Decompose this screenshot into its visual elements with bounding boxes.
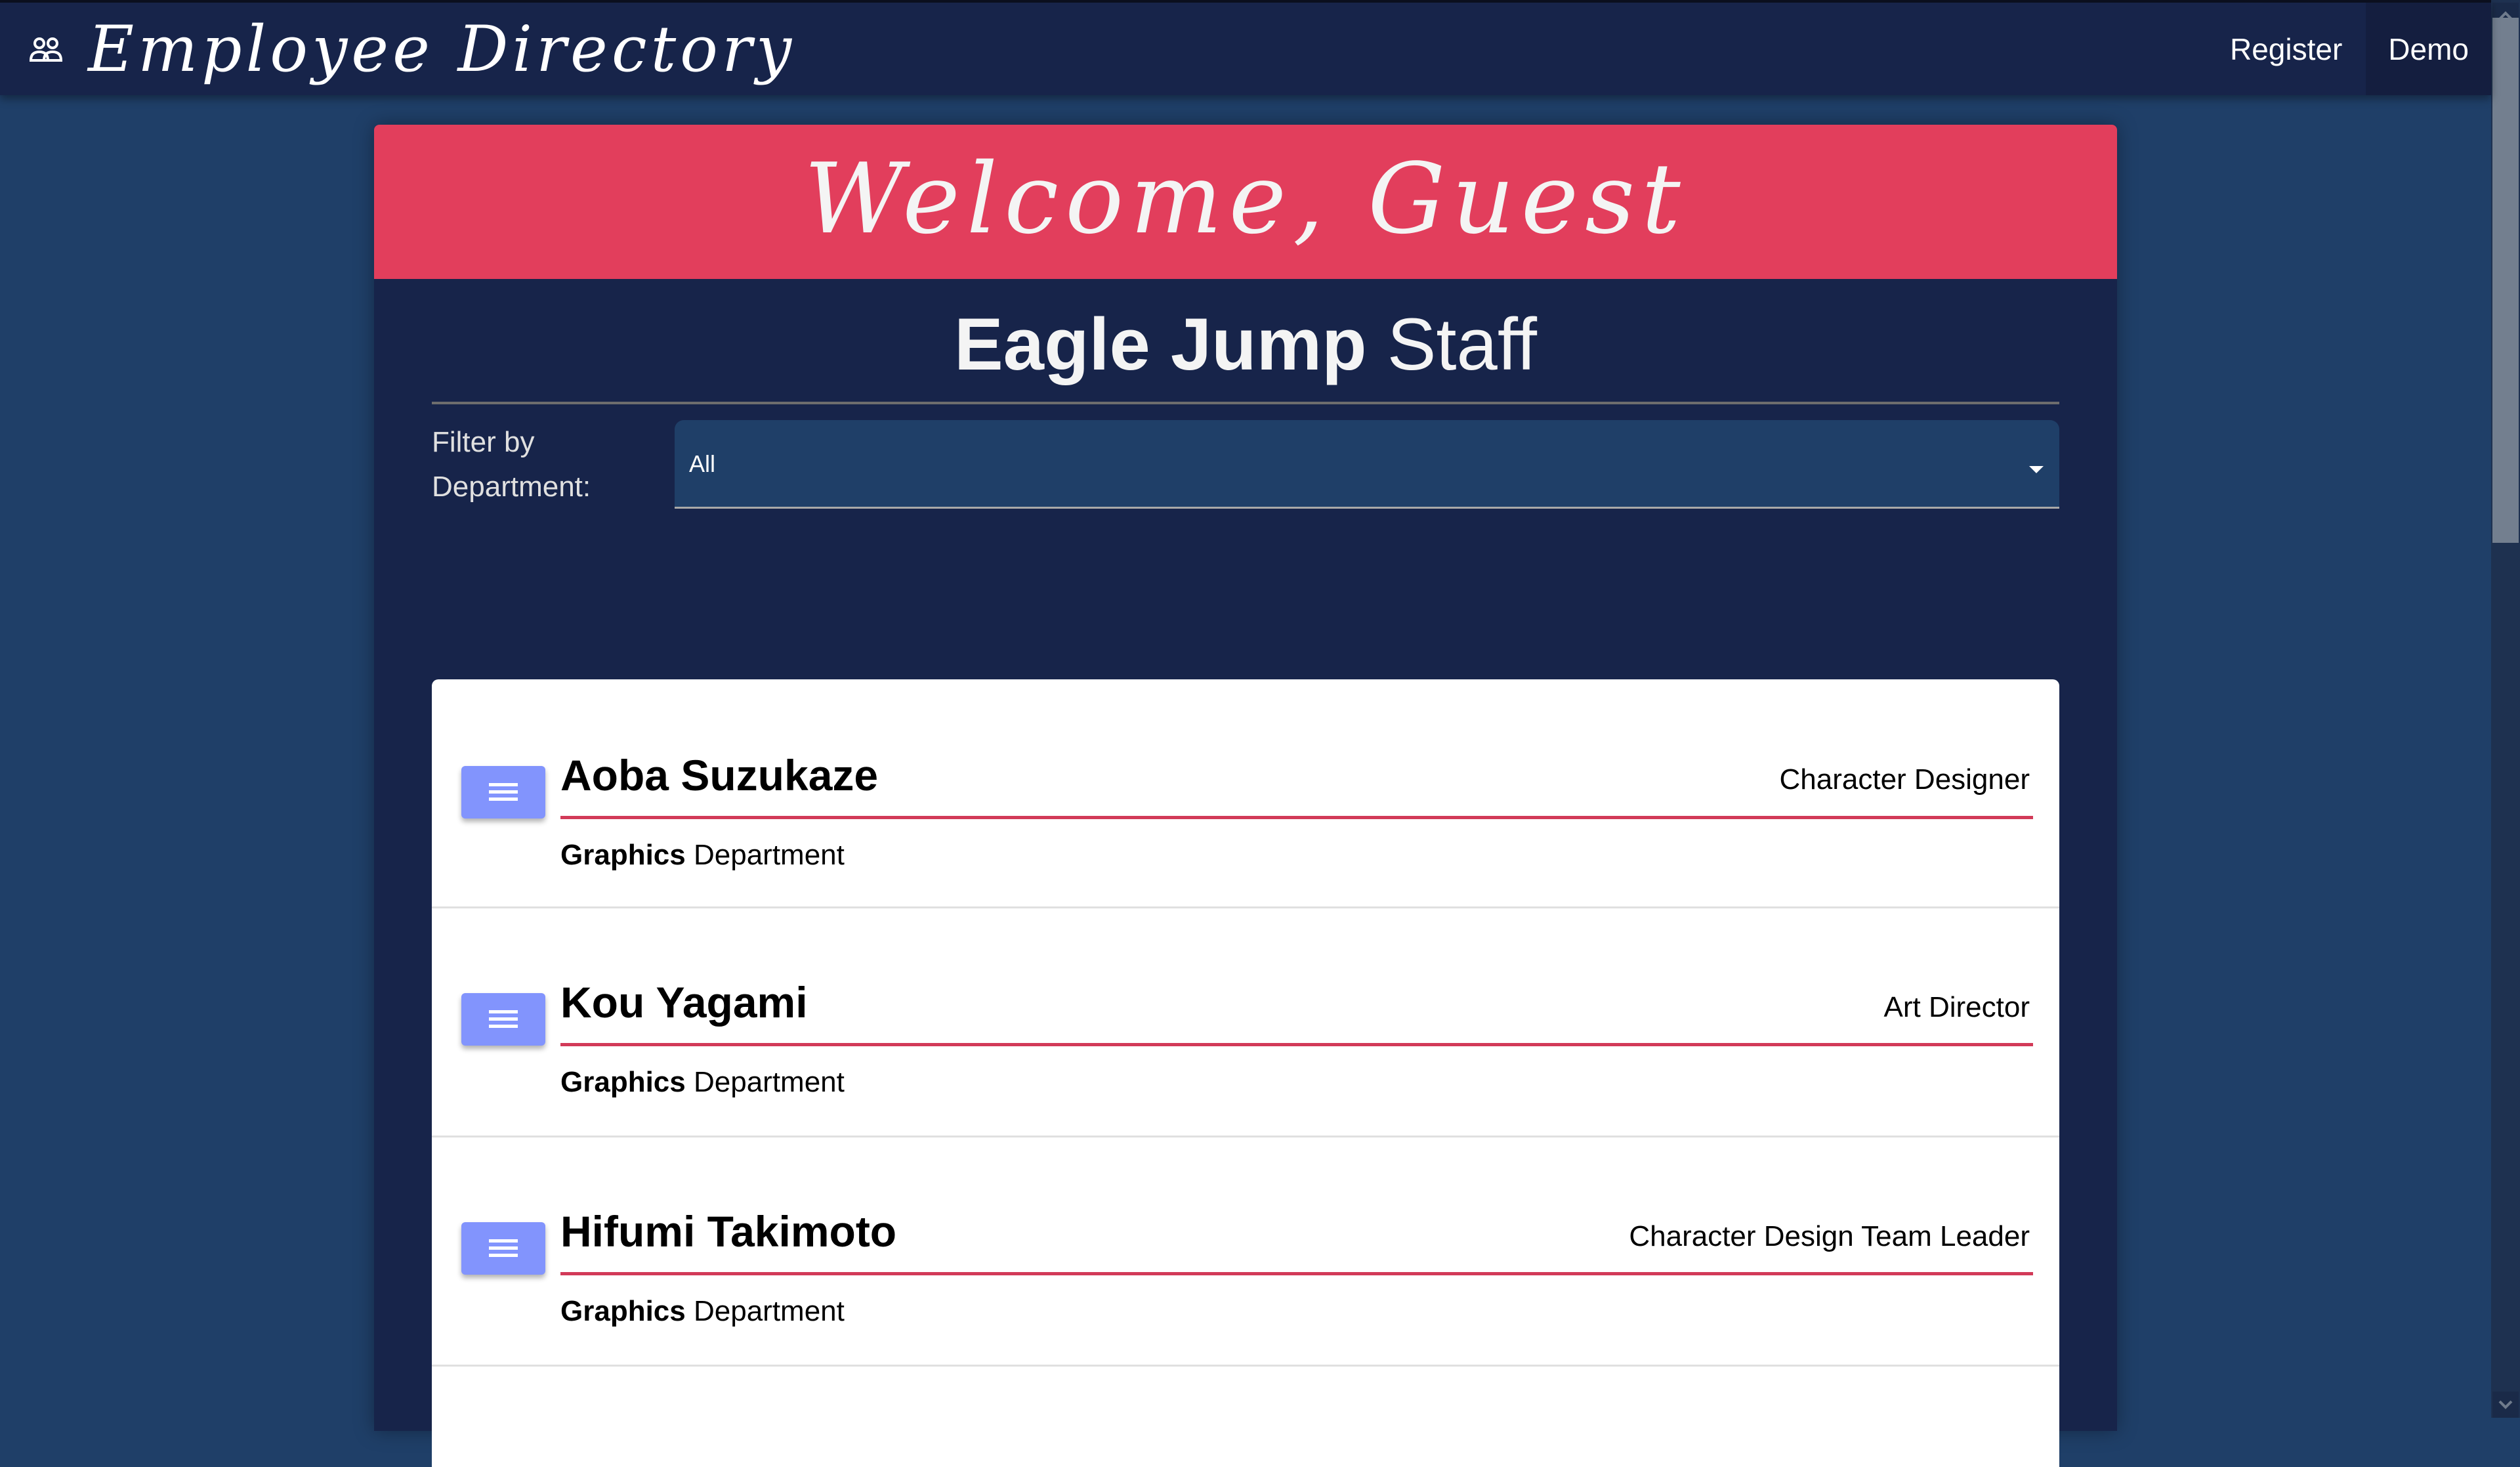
name-underline bbox=[560, 816, 2033, 819]
department-select[interactable]: All bbox=[675, 420, 2059, 509]
employee-list: Aoba Suzukaze Character Designer Graphic… bbox=[432, 679, 2059, 1467]
employee-department: Graphics Department bbox=[560, 839, 845, 872]
department-name: Graphics bbox=[560, 1295, 686, 1327]
employee-row[interactable]: Aoba Suzukaze Character Designer Graphic… bbox=[432, 679, 2059, 908]
page-title-company: Eagle Jump bbox=[954, 303, 1367, 385]
employee-title: Character Design Team Leader bbox=[1629, 1220, 2030, 1252]
welcome-text: Welcome, Guest bbox=[804, 142, 1687, 255]
welcome-banner: Welcome, Guest bbox=[374, 125, 2117, 279]
filter-label: Filter by Department: bbox=[432, 426, 591, 503]
department-name: Graphics bbox=[560, 1066, 686, 1098]
menu-icon bbox=[489, 783, 518, 801]
menu-icon bbox=[489, 1239, 518, 1257]
menu-icon bbox=[489, 1010, 518, 1028]
directory-panel: Welcome, Guest Eagle Jump Staff Filter b… bbox=[374, 125, 2117, 1467]
employee-menu-button[interactable] bbox=[461, 1222, 545, 1275]
top-navbar: Employee Directory Register Demo bbox=[0, 0, 2491, 95]
department-suffix: Department bbox=[693, 1066, 845, 1098]
brand[interactable]: Employee Directory bbox=[29, 3, 795, 95]
name-underline bbox=[560, 1272, 2033, 1275]
caret-down-icon bbox=[2029, 466, 2044, 473]
title-divider bbox=[432, 402, 2059, 404]
employee-name: Kou Yagami bbox=[560, 978, 808, 1027]
page-title: Eagle Jump Staff bbox=[374, 302, 2117, 387]
page-title-suffix: Staff bbox=[1387, 303, 1538, 385]
department-select-value: All bbox=[689, 450, 716, 477]
nav-register-link[interactable]: Register bbox=[2206, 3, 2366, 95]
chevron-down-icon bbox=[2498, 1400, 2513, 1409]
employee-row[interactable]: Kou Yagami Art Director Graphics Departm… bbox=[432, 908, 2059, 1137]
employee-title: Art Director bbox=[1883, 991, 2030, 1023]
employee-name: Aoba Suzukaze bbox=[560, 751, 879, 799]
people-group-icon bbox=[29, 36, 63, 62]
employee-department: Graphics Department bbox=[560, 1295, 845, 1328]
employee-row[interactable]: Hifumi Takimoto Character Design Team Le… bbox=[432, 1137, 2059, 1367]
nav-demo-link[interactable]: Demo bbox=[2366, 3, 2491, 95]
scrollbar-thumb[interactable] bbox=[2492, 18, 2519, 543]
employee-title: Character Designer bbox=[1779, 763, 2030, 796]
name-underline bbox=[560, 1043, 2033, 1046]
nav-menu: Register Demo bbox=[2206, 3, 2491, 95]
page-scrollbar[interactable] bbox=[2491, 0, 2520, 1418]
scroll-down-button[interactable] bbox=[2492, 1392, 2519, 1418]
employee-menu-button[interactable] bbox=[461, 766, 545, 819]
employee-name: Hifumi Takimoto bbox=[560, 1207, 897, 1256]
app-title: Employee Directory bbox=[88, 12, 796, 86]
employee-department: Graphics Department bbox=[560, 1066, 845, 1099]
department-name: Graphics bbox=[560, 839, 686, 871]
department-suffix: Department bbox=[693, 1295, 845, 1327]
employee-menu-button[interactable] bbox=[461, 993, 545, 1046]
department-suffix: Department bbox=[693, 839, 845, 871]
